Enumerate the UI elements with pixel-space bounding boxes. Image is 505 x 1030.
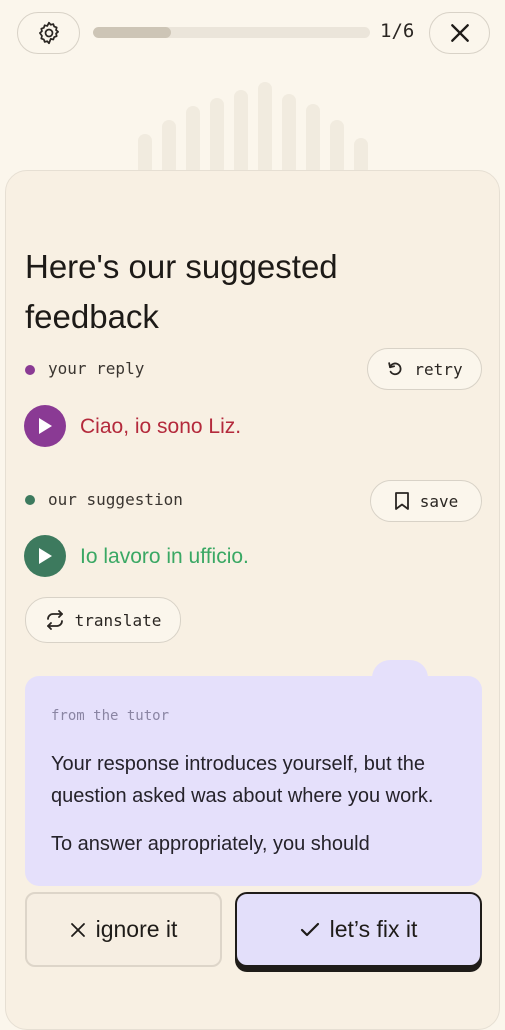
- x-icon: [70, 922, 85, 937]
- retry-button[interactable]: retry: [367, 348, 482, 390]
- translate-label: translate: [74, 610, 162, 630]
- reply-indicator-dot: [25, 365, 35, 375]
- page-title: Here's our suggested feedback: [25, 248, 338, 336]
- play-suggestion-button[interactable]: [24, 535, 66, 577]
- play-reply-button[interactable]: [24, 405, 66, 447]
- play-icon: [39, 548, 52, 564]
- suggestion-indicator-dot: [25, 495, 35, 505]
- retry-icon: [388, 362, 402, 376]
- swap-icon: [46, 610, 63, 630]
- bookmark-icon: [394, 492, 409, 510]
- progress-fill: [93, 27, 171, 38]
- close-button[interactable]: [429, 12, 490, 54]
- translate-button[interactable]: translate: [25, 597, 181, 643]
- tutor-message: Your response introduces yourself, but t…: [51, 748, 451, 876]
- reply-label: your reply: [48, 359, 145, 378]
- tutor-feedback-box: from the tutor Your response introduces …: [25, 676, 482, 886]
- waveform-decoration: [138, 82, 368, 176]
- fix-button[interactable]: let’s fix it: [235, 892, 482, 967]
- close-icon: [450, 24, 469, 42]
- top-bar: 1/6: [0, 0, 505, 70]
- tutor-paragraph: To answer appropriately, you should: [51, 833, 370, 855]
- fix-label: let’s fix it: [329, 916, 418, 942]
- reply-text: Ciao, io sono Liz.: [80, 415, 242, 438]
- suggestion-text: Io lavoro in ufficio.: [80, 545, 249, 568]
- progress-counter: 1/6: [380, 20, 415, 42]
- ignore-label: ignore it: [95, 916, 178, 942]
- progress-bar: [93, 27, 370, 38]
- tutor-label: from the tutor: [51, 708, 170, 724]
- settings-button[interactable]: [17, 12, 80, 54]
- tutor-paragraph: Your response introduces yourself, but t…: [51, 753, 434, 807]
- play-icon: [39, 418, 52, 434]
- checkmark-icon: [300, 922, 319, 936]
- suggestion-label: our suggestion: [48, 490, 183, 509]
- retry-label: retry: [414, 359, 463, 379]
- ignore-button[interactable]: ignore it: [25, 892, 222, 967]
- save-label: save: [419, 491, 459, 511]
- gear-icon: [38, 21, 59, 45]
- save-button[interactable]: save: [370, 480, 482, 522]
